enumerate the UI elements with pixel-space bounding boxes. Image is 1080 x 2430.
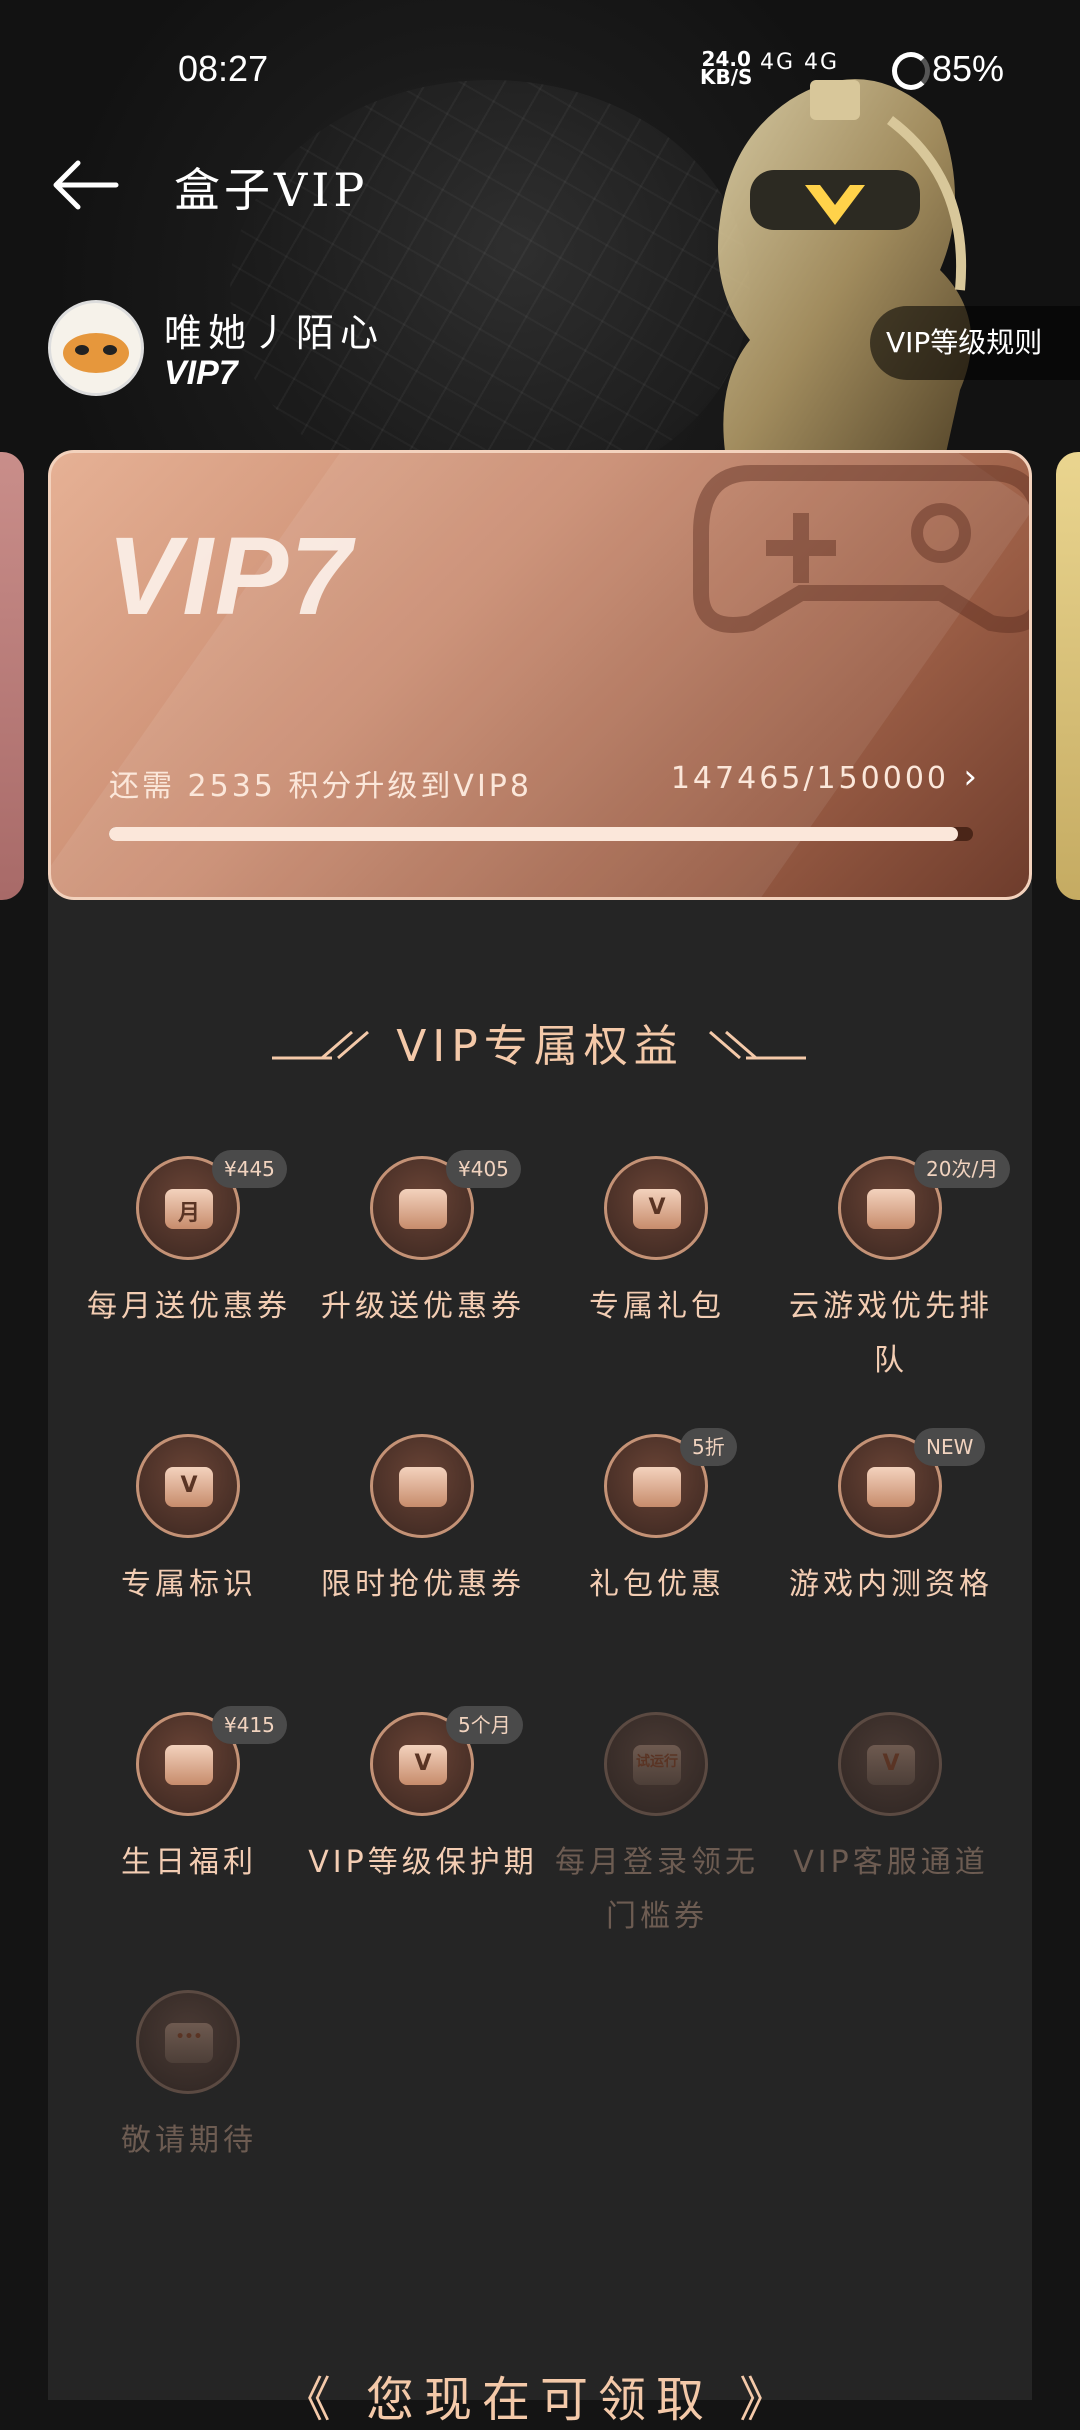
benefit-icon xyxy=(370,1434,474,1538)
gift-box-icon xyxy=(867,1189,915,1229)
avatar[interactable] xyxy=(48,300,144,396)
benefit-label: VIP等级保护期 xyxy=(308,1845,538,1880)
user-vip-level: VIP7 xyxy=(164,354,238,392)
title-decoration-right xyxy=(709,1030,806,1060)
benefit-badge: 5个月 xyxy=(446,1706,523,1744)
gift-box-icon xyxy=(165,1745,213,1785)
page-title: 盒子VIP xyxy=(174,163,369,217)
benefit-label: 礼包优惠 xyxy=(589,1567,725,1602)
benefit-icon: V xyxy=(838,1712,942,1816)
benefit-icon: ••• xyxy=(136,1990,240,2094)
benefit-badge: 5折 xyxy=(680,1428,737,1466)
benefit-item[interactable]: ¥415 生日福利 xyxy=(72,1706,306,1966)
gift-box-icon: 试运行 xyxy=(633,1745,681,1785)
benefit-item[interactable]: V VIP客服通道 xyxy=(774,1706,1008,1966)
username: 唯她丿陌心 xyxy=(164,311,385,355)
benefit-item[interactable]: V 专属标识 xyxy=(72,1428,306,1688)
benefit-icon-text: V xyxy=(882,1751,900,1776)
level-progress-bar xyxy=(109,827,973,841)
benefit-item[interactable]: 20次/月云游戏优先排队 xyxy=(774,1150,1011,1410)
progress-fill xyxy=(109,827,959,841)
benefit-item[interactable]: NEW 游戏内测资格 xyxy=(774,1428,1008,1688)
points-progress-text[interactable]: 147465/150000 xyxy=(671,761,949,796)
benefit-label: 限时抢优惠券 xyxy=(321,1567,525,1602)
benefit-item[interactable]: 5折礼包优惠 xyxy=(540,1428,774,1688)
benefit-item[interactable]: V 专属礼包 xyxy=(540,1150,774,1410)
benefit-label: 敬请期待 xyxy=(121,2123,257,2158)
chevron-right-icon[interactable]: › xyxy=(963,757,977,797)
benefit-label: 云游戏优先排队 xyxy=(789,1289,993,1378)
tiger-avatar-icon xyxy=(63,333,129,373)
benefit-badge: 20次/月 xyxy=(914,1150,1011,1188)
status-bar: 08:27 24.0 KB/S 4G 4G 85% xyxy=(0,40,1080,100)
upgrade-requirement: 还需 2535 积分升级到VIP8 xyxy=(109,769,532,804)
benefit-label: 每月送优惠券 xyxy=(87,1289,291,1324)
benefit-item[interactable]: 限时抢优惠券 xyxy=(306,1428,540,1688)
vip-card-level: VIP7 xyxy=(107,515,354,638)
gift-box-icon: V xyxy=(633,1189,681,1229)
battery-icon xyxy=(892,52,930,90)
vip-level-card[interactable]: VIP7 还需 2535 积分升级到VIP8 147465/150000 › xyxy=(48,450,1032,900)
previous-level-card[interactable] xyxy=(0,452,24,900)
gift-box-icon: 月 xyxy=(165,1189,213,1229)
benefit-icon: V xyxy=(136,1434,240,1538)
vip-rules-button[interactable]: VIP等级规则 xyxy=(870,306,1080,380)
vip-mascot-figure xyxy=(718,79,972,480)
back-arrow-icon[interactable] xyxy=(50,160,120,210)
benefit-item[interactable]: ••• 敬请期待 xyxy=(72,1984,306,2244)
benefit-item[interactable]: ¥405 升级送优惠券 xyxy=(306,1150,540,1410)
benefit-badge: ¥445 xyxy=(212,1150,287,1188)
gift-box-icon: V xyxy=(399,1745,447,1785)
benefit-label: VIP客服通道 xyxy=(793,1845,989,1880)
section-title: VIP专属权益 xyxy=(396,1021,684,1072)
gift-box-icon xyxy=(633,1467,681,1507)
gift-box-icon: ••• xyxy=(165,2023,213,2063)
network-speed: 24.0 KB/S xyxy=(700,47,753,89)
benefit-icon-text: V xyxy=(414,1751,432,1776)
benefit-label: 游戏内测资格 xyxy=(789,1567,993,1602)
benefit-label: 专属礼包 xyxy=(589,1289,725,1324)
claimable-section-title: 《 您现在可领取 》 xyxy=(282,2372,798,2428)
benefit-icon-text: V xyxy=(180,1473,198,1498)
benefit-badge: NEW xyxy=(914,1428,986,1466)
benefit-label: 生日福利 xyxy=(121,1845,257,1880)
battery-level: 85% xyxy=(932,48,1005,89)
benefit-icon-text: ••• xyxy=(175,2029,203,2045)
benefit-item[interactable]: 月 ¥445 每月送优惠券 xyxy=(72,1150,306,1410)
benefit-label: 升级送优惠券 xyxy=(321,1289,525,1324)
status-time: 08:27 xyxy=(178,48,269,89)
benefit-badge: ¥415 xyxy=(212,1706,287,1744)
benefit-icon-text: V xyxy=(648,1195,666,1220)
benefit-icon: 试运行 xyxy=(604,1712,708,1816)
signal-icon: 4G 4G xyxy=(760,50,840,75)
gift-box-icon: V xyxy=(867,1745,915,1785)
benefit-item[interactable]: 试运行每月登录领无门槛券 xyxy=(540,1706,774,1966)
benefit-icon: V xyxy=(604,1156,708,1260)
benefit-label: 专属标识 xyxy=(121,1567,257,1602)
next-level-card[interactable] xyxy=(1056,452,1080,900)
gift-box-icon xyxy=(399,1189,447,1229)
gamepad-icon xyxy=(693,465,1029,633)
benefit-item[interactable]: V 5个月 VIP等级保护期 xyxy=(306,1706,540,1966)
benefit-icon-text: 月 xyxy=(177,1201,200,1226)
gift-box-icon xyxy=(867,1467,915,1507)
gift-box-icon xyxy=(399,1467,447,1507)
gift-box-icon: V xyxy=(165,1467,213,1507)
benefit-badge: ¥405 xyxy=(446,1150,521,1188)
benefit-icon-text: 试运行 xyxy=(636,1754,678,1770)
benefit-label: 每月登录领无门槛券 xyxy=(555,1845,759,1934)
